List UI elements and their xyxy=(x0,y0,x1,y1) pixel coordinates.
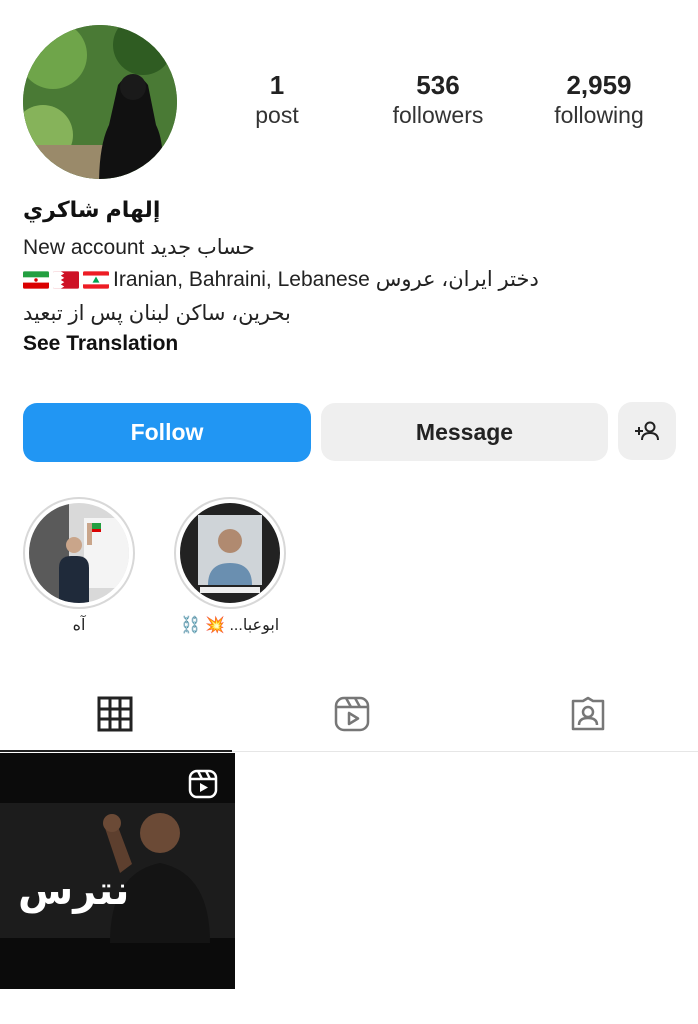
tab-reels[interactable] xyxy=(330,692,374,736)
grid-icon xyxy=(97,696,133,732)
post-reel-badge xyxy=(187,768,219,800)
profile-avatar[interactable] xyxy=(23,25,177,179)
followers-count: 536 xyxy=(416,70,460,100)
following-count: 2,959 xyxy=(566,70,632,100)
highlight-1[interactable]: آه xyxy=(23,497,135,635)
highlight-2[interactable]: ابوعبا... 💥 ⛓️ xyxy=(174,497,286,635)
lebanon-flag-icon xyxy=(83,271,109,289)
highlight-2-image xyxy=(180,503,280,603)
highlight-1-image xyxy=(29,503,129,603)
highlight-1-label: آه xyxy=(72,617,86,634)
avatar-image xyxy=(23,25,177,179)
tab-posts[interactable] xyxy=(93,692,137,736)
reels-icon xyxy=(334,696,370,732)
highlight-ring xyxy=(174,497,286,609)
suggest-people-button[interactable] xyxy=(618,402,676,460)
tagged-icon xyxy=(571,696,605,731)
following-stat[interactable]: 2,959 following xyxy=(529,70,669,130)
followers-label: followers xyxy=(392,102,484,128)
followers-stat[interactable]: 536 followers xyxy=(368,70,508,130)
follow-button[interactable]: Follow xyxy=(23,403,311,462)
tab-tagged[interactable] xyxy=(566,692,610,736)
following-label: following xyxy=(554,102,644,128)
active-tab-indicator xyxy=(0,750,232,752)
iran-flag-icon xyxy=(23,271,49,289)
post-overlay-text: نترس xyxy=(18,868,130,914)
posts-label: post xyxy=(255,102,299,128)
posts-count: 1 xyxy=(269,70,285,100)
add-person-icon xyxy=(635,421,659,441)
profile-name: إلهام شاكري xyxy=(23,197,161,222)
reel-icon xyxy=(188,769,218,799)
highlight-ring xyxy=(23,497,135,609)
bio-line-3: بحرين، ساكن لبنان پس از تبعيد xyxy=(23,302,291,325)
see-translation-link[interactable]: See Translation xyxy=(23,332,178,356)
bahrain-flag-icon xyxy=(53,271,79,289)
posts-stat[interactable]: 1 post xyxy=(207,70,347,130)
highlight-2-label: ابوعبا... 💥 ⛓️ xyxy=(180,617,280,634)
bio-line-1: New account حساب جدید xyxy=(23,236,255,259)
bio-line-2: Iranian, Bahraini, Lebanese دختر ایران، … xyxy=(23,266,539,294)
message-button[interactable]: Message xyxy=(321,403,608,461)
bio-line-2-text: Iranian, Bahraini, Lebanese دختر ایران، … xyxy=(113,268,539,291)
